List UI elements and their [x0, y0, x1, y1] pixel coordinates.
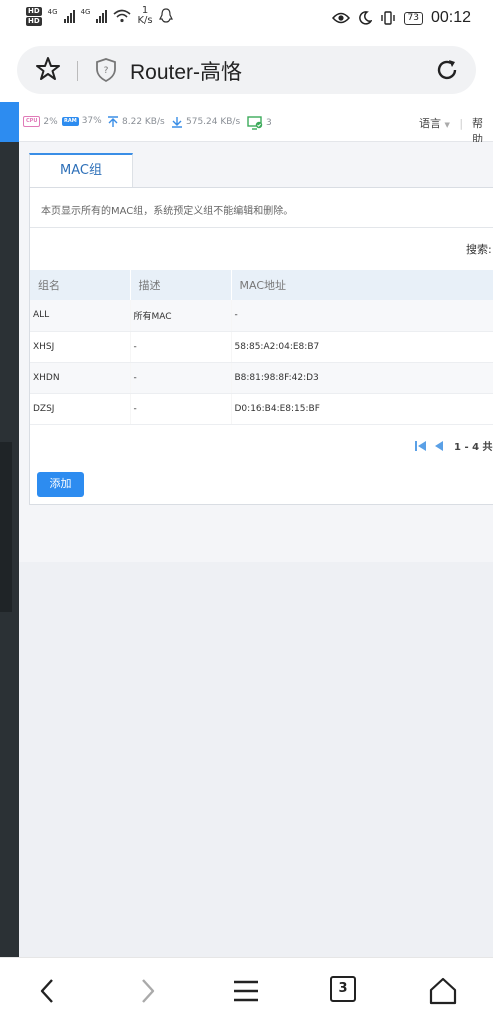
pagination-info: 1 - 4 共 4 — [454, 442, 493, 453]
add-button[interactable]: 添加 — [37, 472, 84, 497]
cell-group-name: XHSJ — [30, 331, 131, 363]
column-header-description[interactable]: 描述 — [130, 270, 232, 300]
column-header-mac-address[interactable]: MAC地址 — [231, 270, 493, 300]
chevron-down-icon: ▼ — [444, 121, 450, 129]
svg-text:?: ? — [104, 66, 109, 76]
download-stat: 575.24 KB/s — [171, 116, 240, 128]
cpu-icon: CPU — [23, 116, 41, 127]
cell-group-name: DZSJ — [30, 393, 131, 425]
tab-count: 3 — [338, 981, 348, 996]
sidebar-active-item[interactable] — [0, 102, 19, 142]
menu-icon[interactable] — [231, 976, 261, 1006]
home-icon[interactable] — [428, 976, 458, 1006]
network-type-label: 4G — [80, 8, 91, 16]
speed-unit: K/s — [137, 15, 153, 26]
ram-stat: RAM 37% — [62, 116, 102, 126]
signal-icon — [63, 9, 75, 23]
cell-mac-address: B8:81:98:8F:42:D3 — [231, 362, 493, 394]
language-dropdown[interactable]: 语言 ▼ | — [419, 115, 463, 131]
web-content: CPU 2% RAM 37% 8.22 KB/s 575.24 KB/s 3 语… — [0, 102, 493, 957]
bookmark-star-icon[interactable] — [35, 56, 61, 82]
cell-group-name: XHDN — [30, 362, 131, 394]
language-label: 语言 — [419, 117, 441, 130]
cell-mac-address: - — [231, 300, 493, 332]
cell-mac-address: D0:16:B4:E8:15:BF — [231, 393, 493, 425]
upload-value: 8.22 KB/s — [122, 117, 165, 127]
qq-icon — [158, 8, 173, 23]
tab-mac-group[interactable]: MAC组 — [29, 153, 133, 187]
download-value: 575.24 KB/s — [186, 117, 241, 127]
table-row[interactable]: XHSJ - 58:85:A2:04:E8:B7 — [30, 331, 493, 363]
tabs-button[interactable]: 3 — [330, 976, 356, 1002]
column-header-group-name[interactable]: 组名 — [30, 270, 131, 300]
network-speed: 1 K/s — [137, 6, 152, 26]
sidebar-scroll-area — [0, 442, 12, 612]
table-row[interactable]: XHDN - B8:81:98:8F:42:D3 — [30, 362, 493, 394]
cell-mac-address: 58:85:A2:04:E8:B7 — [231, 331, 493, 363]
reload-icon[interactable] — [435, 58, 459, 82]
cpu-stat: CPU 2% — [23, 116, 58, 127]
hd-badges: HD HD — [26, 6, 42, 26]
signal-icon — [96, 9, 108, 23]
page-title[interactable]: Router-高恪 — [130, 56, 242, 86]
cell-description: - — [130, 331, 232, 363]
divider: | — [459, 117, 464, 130]
address-bar[interactable]: ? Router-高恪 — [17, 46, 476, 94]
table-row[interactable]: ALL 所有MAC - — [30, 300, 493, 332]
main-content: MAC组 本页显示所有的MAC组，系统预定义组不能编辑和删除。 搜索: 组名 描… — [19, 142, 493, 562]
hd-badge: HD — [26, 6, 42, 16]
moon-icon — [358, 11, 372, 25]
first-page-bar — [415, 440, 417, 451]
prev-page-icon[interactable] — [435, 440, 443, 451]
mac-group-table: 组名 描述 MAC地址 ALL 所有MAC - XHSJ - 58:85:A2:… — [30, 270, 493, 425]
download-arrow-icon — [172, 117, 182, 128]
vibrate-icon — [380, 11, 395, 25]
first-page-icon[interactable] — [418, 440, 426, 451]
router-topbar: CPU 2% RAM 37% 8.22 KB/s 575.24 KB/s 3 语… — [19, 102, 493, 146]
table-header-row: 组名 描述 MAC地址 — [30, 270, 493, 300]
search-label: 搜索: — [466, 243, 492, 256]
status-right: 73 00:12 — [331, 9, 471, 27]
monitor-check-icon — [247, 116, 263, 130]
hd-badge: HD — [26, 16, 42, 26]
upload-arrow-icon — [108, 116, 118, 127]
table-row[interactable]: DZSJ - D0:16:B4:E8:15:BF — [30, 393, 493, 425]
battery-icon: 73 — [403, 11, 423, 25]
ram-value: 37% — [81, 116, 102, 126]
wifi-icon — [113, 9, 131, 23]
cell-description: - — [130, 362, 232, 394]
clock: 00:12 — [430, 9, 471, 26]
mac-group-panel: 本页显示所有的MAC组，系统预定义组不能编辑和删除。 搜索: 组名 描述 MAC… — [29, 187, 493, 505]
clients-stat: 3 — [247, 116, 272, 130]
status-left: HD HD 4G 4G 1 K/s — [26, 6, 173, 26]
status-bar: HD HD 4G 4G 1 K/s 73 00:12 — [0, 0, 493, 38]
divider — [77, 61, 78, 81]
network-type-label: 4G — [47, 8, 58, 16]
cell-description: 所有MAC — [130, 300, 232, 332]
eye-icon — [331, 12, 350, 24]
clients-value: 3 — [266, 118, 272, 128]
cpu-value: 2% — [43, 116, 58, 127]
upload-stat: 8.22 KB/s — [107, 116, 165, 128]
back-icon[interactable] — [33, 976, 63, 1006]
cell-group-name: ALL — [30, 300, 131, 332]
security-shield-icon[interactable]: ? — [95, 58, 117, 82]
page-description: 本页显示所有的MAC组，系统预定义组不能编辑和删除。 — [30, 188, 493, 228]
ram-icon: RAM — [62, 116, 79, 126]
browser-bottom-nav: 3 — [0, 957, 493, 1024]
pagination: 1 - 4 共 4 — [415, 438, 493, 453]
forward-icon[interactable] — [132, 976, 162, 1006]
cell-description: - — [130, 393, 232, 425]
